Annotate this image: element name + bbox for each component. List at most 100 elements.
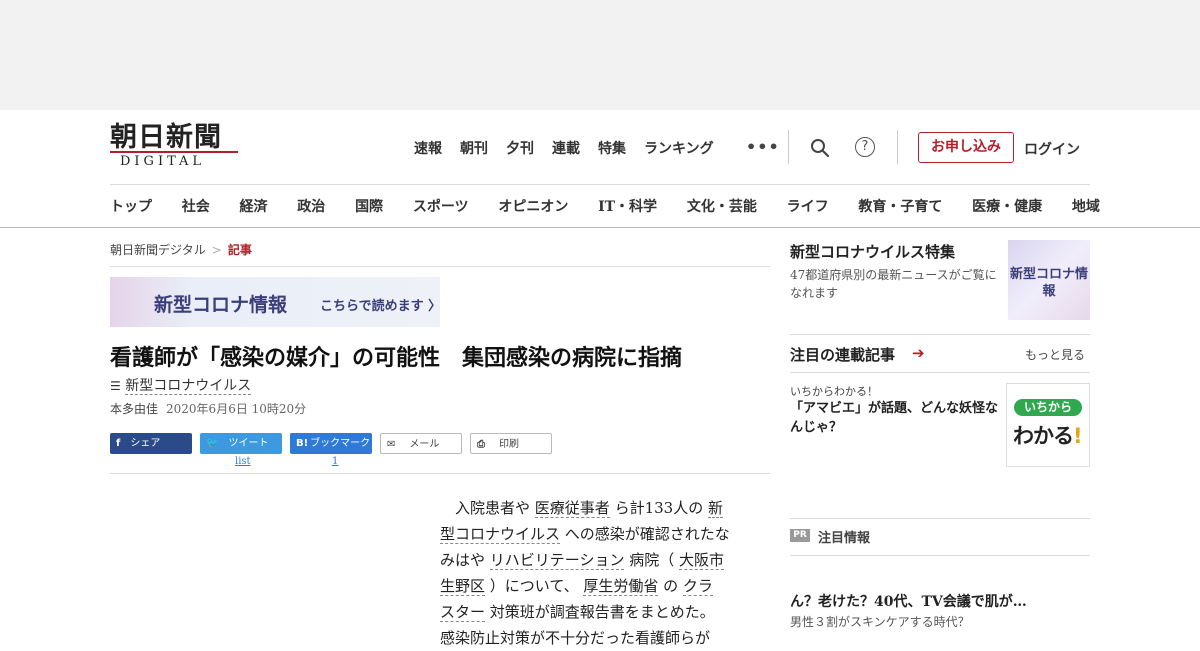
category-nav-item[interactable]: 社会 — [182, 196, 210, 216]
body-text: 感染防止対策が不十分だった看護師らが — [440, 629, 711, 647]
logo-underline — [110, 151, 238, 153]
breadcrumb: 朝日新聞デジタル > 記事 — [110, 241, 252, 258]
facebook-share-button[interactable]: f シェア — [110, 433, 192, 454]
mail-share-label: メール — [409, 439, 440, 450]
body-text: 対策班が調査報告書をまとめた。 — [485, 603, 715, 621]
feature-thumbnail-text: 新型コロナ情報 — [1009, 267, 1088, 299]
keyword-link[interactable]: 新 — [707, 499, 723, 518]
category-nav-item[interactable]: 医療・健康 — [972, 196, 1042, 216]
hatena-bookmark-count[interactable]: 1 — [332, 456, 338, 467]
twitter-icon: 🐦 — [206, 438, 219, 449]
body-line: 生野区 ）について、 厚生労働省 の クラ — [440, 573, 760, 599]
body-line: 感染防止対策が不十分だった看護師らが — [440, 625, 760, 651]
banner-cta: こちらで読めます 〉 — [320, 299, 442, 314]
breadcrumb-separator: > — [211, 243, 222, 257]
topnav-item[interactable]: 速報 — [414, 138, 442, 158]
facebook-icon: f — [116, 438, 121, 449]
keyword-link[interactable]: リハビリテーション — [489, 551, 625, 570]
body-line: スター 対策班が調査報告書をまとめた。 — [440, 599, 760, 625]
serial-section-title: 注目の連載記事 — [790, 346, 896, 364]
feature-thumbnail[interactable]: 新型コロナ情報 — [1008, 240, 1090, 320]
category-nav-item[interactable]: IT・科学 — [598, 196, 657, 216]
advertisement-bar — [0, 0, 1200, 110]
body-text: ら計133人の — [609, 499, 708, 517]
serial-thumb-top: いちから — [1014, 399, 1082, 416]
keyword-link[interactable]: クラ — [682, 577, 713, 596]
topnav-item[interactable]: 連載 — [552, 138, 580, 158]
site-logo[interactable]: 朝日新聞 DIGITAL — [110, 124, 242, 170]
feature-title[interactable]: 新型コロナウイルス特集 — [790, 241, 955, 262]
corona-info-banner[interactable]: 新型コロナ情報 こちらで読めます 〉 — [110, 277, 442, 327]
more-menu-button[interactable]: ••• — [746, 137, 780, 156]
body-text: みはや — [440, 551, 490, 569]
keyword-link[interactable]: 大阪市 — [679, 551, 725, 570]
keyword-link[interactable]: 厚生労働省 — [583, 577, 659, 596]
divider — [897, 130, 898, 164]
print-icon: ⎙ — [477, 439, 485, 450]
print-label: 印刷 — [499, 439, 519, 450]
body-text: の — [658, 577, 683, 595]
author: 本多由佳 — [110, 402, 159, 416]
category-nav-item[interactable]: 地域 — [1072, 196, 1100, 216]
mail-share-button[interactable]: ✉ メール — [380, 433, 462, 454]
category-nav-item[interactable]: 経済 — [240, 196, 268, 216]
divider — [790, 334, 1090, 335]
body-line: みはや リハビリテーション 病院（ 大阪市 — [440, 547, 760, 573]
twitter-share-button[interactable]: 🐦 ツイート — [200, 433, 282, 454]
divider — [790, 372, 1090, 373]
tag-label: 新型コロナウイルス — [125, 378, 252, 395]
facebook-share-label: シェア — [130, 438, 161, 449]
twitter-share-label: ツイート — [228, 438, 269, 449]
category-nav-item[interactable]: 文化・芸能 — [687, 196, 757, 216]
category-nav-item[interactable]: オピニオン — [498, 196, 568, 216]
divider — [790, 518, 1090, 519]
article-tag[interactable]: ☰ 新型コロナウイルス — [110, 375, 252, 395]
category-nav-item[interactable]: スポーツ — [413, 196, 469, 216]
serial-thumbnail[interactable]: いちから わかる! — [1006, 383, 1090, 467]
print-button[interactable]: ⎙ 印刷 — [470, 433, 552, 454]
list-icon: ☰ — [110, 379, 121, 393]
serial-thumb-mark: ! — [1073, 424, 1083, 448]
site-header: 朝日新聞 DIGITAL 速報 朝刊 夕刊 連載 特集 ランキング ••• ? お申し込み… — [0, 110, 1200, 228]
topnav-item[interactable]: 朝刊 — [460, 138, 488, 158]
body-text: への感染が確認されたな — [560, 525, 730, 543]
category-nav-item[interactable]: 教育・子育て — [858, 196, 942, 216]
keyword-link[interactable]: 医療従事者 — [534, 499, 610, 518]
signup-button[interactable]: お申し込み — [918, 132, 1014, 163]
search-icon[interactable] — [810, 138, 830, 158]
hatena-bookmark-button[interactable]: B! ブックマーク — [290, 433, 372, 454]
topnav-item[interactable]: 夕刊 — [506, 138, 534, 158]
body-line: 型コロナウイルス への感染が確認されたな — [440, 521, 760, 547]
divider — [110, 266, 770, 267]
feature-description: 47都道府県別の最新ニュースがご覧になれます — [790, 268, 997, 300]
byline: 本多由佳 2020年6月6日 10時20分 — [110, 400, 306, 417]
category-nav-item[interactable]: ライフ — [787, 196, 829, 216]
header-divider — [110, 184, 1090, 185]
serial-headline[interactable]: 「アマビエ」が話題、どんな妖怪なんじゃ？ — [790, 399, 1005, 437]
divider — [110, 473, 770, 474]
twitter-share-count[interactable]: list — [235, 456, 251, 467]
keyword-link[interactable]: 型コロナウイルス — [440, 525, 561, 544]
category-nav-item[interactable]: トップ — [110, 196, 152, 216]
body-text: ）について、 — [485, 577, 584, 595]
pr-headline[interactable]: ん？老けた？40代、TV会議で肌が… — [790, 591, 1027, 611]
top-nav: 速報 朝刊 夕刊 連載 特集 ランキング — [414, 138, 732, 158]
category-nav-item[interactable]: 政治 — [297, 196, 325, 216]
divider — [790, 555, 1090, 556]
topnav-item[interactable]: 特集 — [598, 138, 626, 158]
pr-subtext: 男性３割がスキンケアする時代？ — [790, 615, 970, 629]
logo-jp: 朝日新聞 — [110, 122, 222, 153]
keyword-link[interactable]: スター — [440, 603, 486, 622]
help-icon[interactable]: ? — [855, 137, 875, 157]
login-link[interactable]: ログイン — [1024, 139, 1080, 159]
serial-thumb-bottom: わかる! — [1013, 420, 1083, 450]
keyword-link[interactable]: 生野区 — [440, 577, 486, 596]
body-line: 入院患者や 医療従事者 ら計133人の 新 — [440, 495, 760, 521]
see-more-link[interactable]: もっと見る — [1025, 346, 1085, 363]
serial-thumb-bottom-text: わかる — [1013, 424, 1074, 448]
breadcrumb-home[interactable]: 朝日新聞デジタル — [110, 243, 206, 257]
article-headline: 看護師が「感染の媒介」の可能性 集団感染の病院に指摘 — [110, 345, 683, 371]
topnav-item[interactable]: ランキング — [644, 138, 714, 158]
mail-icon: ✉ — [387, 439, 396, 450]
category-nav-item[interactable]: 国際 — [355, 196, 383, 216]
